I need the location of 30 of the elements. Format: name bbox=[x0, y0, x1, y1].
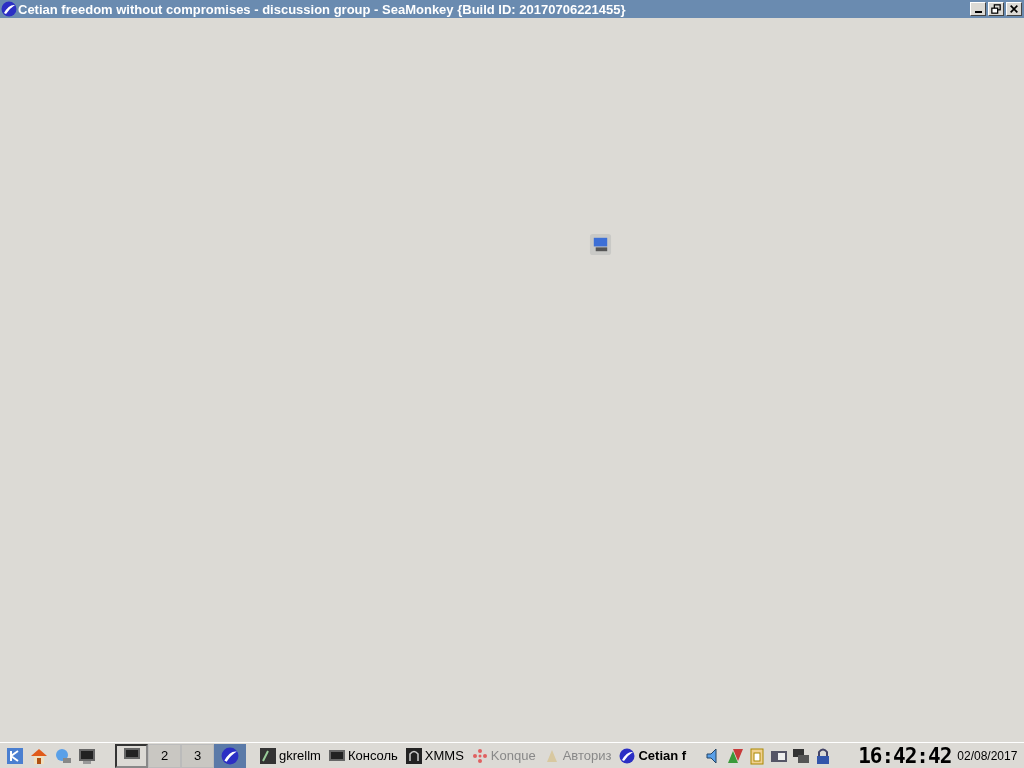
task-button[interactable]: XMMS bbox=[401, 747, 468, 764]
globe-icon bbox=[619, 747, 636, 764]
globe-icon bbox=[1, 1, 17, 17]
close-button[interactable] bbox=[1006, 2, 1022, 16]
monitor-icon[interactable] bbox=[589, 233, 612, 256]
desktop-button[interactable]: 3 bbox=[181, 743, 214, 768]
arrows-icon[interactable] bbox=[726, 746, 745, 765]
window-title: Cetian freedom without compromises - discussion group - SeaMonkey {Build ID: 20170706221455} bbox=[18, 1, 626, 17]
network-icon[interactable] bbox=[792, 746, 811, 765]
terminal-icon[interactable] bbox=[78, 746, 96, 765]
clock[interactable]: 16:42:42 bbox=[858, 743, 952, 768]
minimize-button[interactable] bbox=[970, 2, 986, 16]
home-icon[interactable] bbox=[30, 746, 48, 765]
task-button[interactable]: Cetian f bbox=[615, 747, 691, 764]
music-player-icon bbox=[405, 747, 422, 764]
date-label: 02/08/2017 bbox=[957, 748, 1018, 763]
monitor-icon bbox=[123, 746, 140, 762]
restore-button[interactable] bbox=[988, 2, 1004, 16]
terminal-icon bbox=[328, 747, 345, 764]
task-button[interactable]: Консоль bbox=[324, 747, 402, 764]
clipboard-icon[interactable] bbox=[748, 746, 767, 765]
desktop-button[interactable] bbox=[115, 743, 148, 768]
minimize-icon bbox=[974, 11, 982, 13]
close-icon bbox=[1009, 4, 1019, 14]
restore-icon bbox=[991, 4, 1001, 14]
desktop-button[interactable]: 2 bbox=[148, 743, 181, 768]
dots-icon bbox=[471, 747, 488, 764]
kde-menu-icon[interactable] bbox=[6, 746, 24, 765]
task-button[interactable]: gkrellm bbox=[256, 747, 325, 764]
globe-icon[interactable] bbox=[221, 746, 239, 765]
